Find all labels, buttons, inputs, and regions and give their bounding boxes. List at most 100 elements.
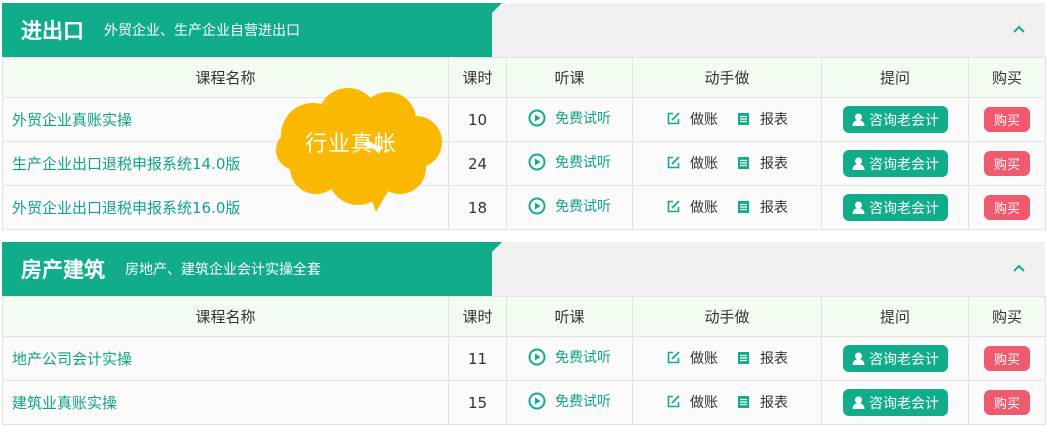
edit-icon: [667, 395, 680, 408]
edit-icon: [667, 112, 680, 125]
ask-label: 咨询老会计: [869, 395, 939, 412]
section-import-export: 进出口 外贸企业、生产企业自营进出口 课程名称 课时 听课 动手做 提问 购买 …: [2, 3, 1046, 230]
ask-label: 咨询老会计: [869, 351, 939, 368]
buy-button[interactable]: 购买: [984, 346, 1030, 371]
buy-button[interactable]: 购买: [984, 151, 1030, 176]
report-icon: [738, 201, 749, 214]
ask-label: 咨询老会计: [869, 156, 939, 173]
free-trial-label: 免费试听: [555, 350, 611, 366]
report-icon: [738, 352, 749, 365]
course-hours: 24: [448, 141, 507, 186]
play-circle-icon: [528, 197, 546, 215]
play-circle-icon: [528, 109, 546, 127]
course-hours: 11: [448, 336, 507, 381]
ask-accountant-button[interactable]: 咨询老会计: [842, 106, 948, 133]
free-trial-link[interactable]: 免费试听: [528, 347, 611, 367]
report-icon: [738, 113, 749, 126]
bookkeeping-label: 做账: [690, 350, 718, 367]
user-icon: [852, 352, 865, 365]
user-icon: [852, 157, 865, 170]
free-trial-link[interactable]: 免费试听: [528, 108, 611, 128]
course-table: 课程名称 课时 听课 动手做 提问 购买 外贸企业真账实操 10 免费试听 做账…: [2, 57, 1046, 230]
header-listen: 听课: [506, 57, 633, 98]
course-name-link[interactable]: 建筑业真账实操: [2, 380, 449, 425]
free-trial-link[interactable]: 免费试听: [528, 196, 611, 216]
report-icon: [738, 396, 749, 409]
play-circle-icon: [528, 348, 546, 366]
chevron-up-icon[interactable]: [1011, 22, 1027, 36]
user-icon: [852, 113, 865, 126]
bookkeeping-label: 做账: [690, 155, 718, 172]
free-trial-label: 免费试听: [555, 199, 611, 215]
report-link[interactable]: 报表: [736, 197, 788, 217]
report-link[interactable]: 报表: [736, 392, 788, 412]
free-trial-label: 免费试听: [555, 394, 611, 410]
report-label: 报表: [760, 350, 788, 367]
chevron-up-icon[interactable]: [1011, 261, 1027, 275]
user-icon: [852, 201, 865, 214]
header-buy: 购买: [968, 296, 1046, 337]
bookkeeping-link[interactable]: 做账: [666, 348, 718, 368]
report-label: 报表: [760, 155, 788, 172]
bookkeeping-link[interactable]: 做账: [666, 109, 718, 129]
table-row: 生产企业出口退税申报系统14.0版 24 免费试听 做账 报表 咨询老会计 购买: [2, 141, 1046, 186]
bookkeeping-link[interactable]: 做账: [666, 392, 718, 412]
report-label: 报表: [760, 394, 788, 411]
header-course-name: 课程名称: [2, 296, 449, 337]
section-subtitle: 外贸企业、生产企业自营进出口: [104, 23, 300, 39]
buy-button[interactable]: 购买: [984, 390, 1030, 415]
section-tab: 进出口 外贸企业、生产企业自营进出口: [2, 3, 502, 57]
edit-icon: [667, 156, 680, 169]
buy-button[interactable]: 购买: [984, 107, 1030, 132]
header-practice: 动手做: [632, 57, 822, 98]
report-link[interactable]: 报表: [736, 348, 788, 368]
header-ask: 提问: [821, 296, 969, 337]
free-trial-link[interactable]: 免费试听: [528, 152, 611, 172]
bookkeeping-label: 做账: [690, 199, 718, 216]
report-label: 报表: [760, 111, 788, 128]
ask-accountant-button[interactable]: 咨询老会计: [842, 389, 948, 416]
table-header-row: 课程名称 课时 听课 动手做 提问 购买: [2, 57, 1046, 98]
course-hours: 15: [448, 380, 507, 425]
bookkeeping-label: 做账: [690, 111, 718, 128]
header-practice: 动手做: [632, 296, 822, 337]
badge-text: 行业真帐: [305, 132, 398, 157]
play-circle-icon: [528, 153, 546, 171]
bookkeeping-link[interactable]: 做账: [666, 153, 718, 173]
ask-accountant-button[interactable]: 咨询老会计: [842, 194, 948, 221]
section-title: 进出口: [21, 19, 84, 43]
edit-icon: [667, 200, 680, 213]
free-trial-link[interactable]: 免费试听: [528, 391, 611, 411]
header-buy: 购买: [968, 57, 1046, 98]
report-link[interactable]: 报表: [736, 109, 788, 129]
bookkeeping-label: 做账: [690, 394, 718, 411]
free-trial-label: 免费试听: [555, 111, 611, 127]
edit-icon: [667, 351, 680, 364]
table-row: 建筑业真账实操 15 免费试听 做账 报表 咨询老会计 购买: [2, 380, 1046, 425]
table-header-row: 课程名称 课时 听课 动手做 提问 购买: [2, 296, 1046, 337]
ask-label: 咨询老会计: [869, 200, 939, 217]
ask-label: 咨询老会计: [869, 112, 939, 129]
bookkeeping-link[interactable]: 做账: [666, 197, 718, 217]
free-trial-label: 免费试听: [555, 155, 611, 171]
header-listen: 听课: [506, 296, 633, 337]
section-header: 房产建筑 房地产、建筑企业会计实操全套: [2, 242, 1045, 296]
report-label: 报表: [760, 199, 788, 216]
section-real-estate: 房产建筑 房地产、建筑企业会计实操全套 课程名称 课时 听课 动手做 提问 购买…: [2, 242, 1046, 425]
section-header: 进出口 外贸企业、生产企业自营进出口: [2, 3, 1045, 57]
course-table: 课程名称 课时 听课 动手做 提问 购买 地产公司会计实操 11 免费试听 做账…: [2, 296, 1046, 425]
course-name-link[interactable]: 地产公司会计实操: [2, 336, 449, 381]
header-hours: 课时: [448, 57, 507, 98]
table-row: 外贸企业出口退税申报系统16.0版 18 免费试听 做账 报表 咨询老会计 购买: [2, 185, 1046, 230]
ask-accountant-button[interactable]: 咨询老会计: [842, 150, 948, 177]
table-row: 外贸企业真账实操 10 免费试听 做账 报表 咨询老会计 购买: [2, 97, 1046, 142]
course-hours: 18: [448, 185, 507, 230]
report-icon: [738, 157, 749, 170]
section-tab: 房产建筑 房地产、建筑企业会计实操全套: [2, 242, 502, 296]
header-ask: 提问: [821, 57, 969, 98]
header-hours: 课时: [448, 296, 507, 337]
play-circle-icon: [528, 392, 546, 410]
report-link[interactable]: 报表: [736, 153, 788, 173]
ask-accountant-button[interactable]: 咨询老会计: [842, 345, 948, 372]
buy-button[interactable]: 购买: [984, 195, 1030, 220]
